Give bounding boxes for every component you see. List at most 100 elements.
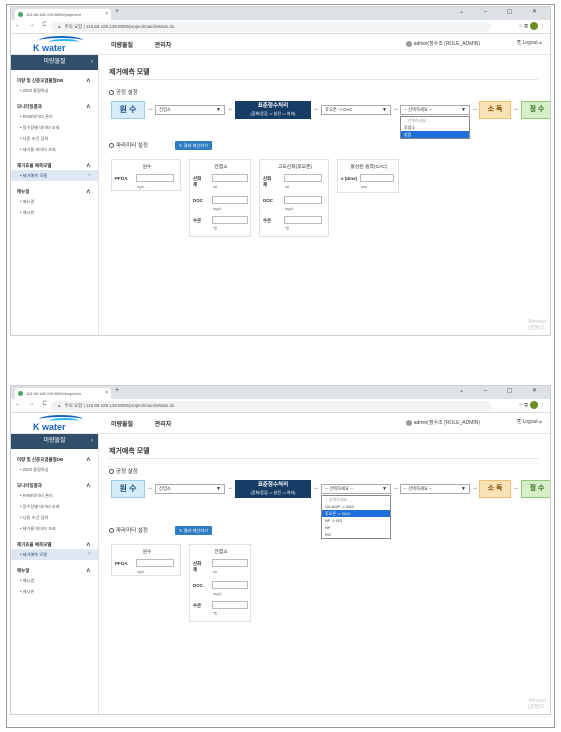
sidebar-item[interactable]: • 다중 조건 검색: [11, 512, 98, 523]
header-nav: 미량물질 관리자: [111, 40, 191, 49]
sidebar-item[interactable]: • RAW데이터 관리: [11, 490, 98, 501]
browser-tabbar: 115.68.185.139:8090/project/m × + ⌄ – ▢ …: [11, 7, 550, 20]
close-tab-icon[interactable]: ×: [105, 388, 108, 399]
sidebar-section[interactable]: 제거효율 예측모델 ᐱ: [11, 163, 98, 170]
param-label: 수온: [193, 603, 202, 608]
sidebar-item[interactable]: • 정수장별 데이터 조회: [11, 501, 98, 512]
nav-item-micro[interactable]: 미량물질: [111, 422, 133, 428]
param-label: PFOA: [115, 176, 128, 181]
temp-input[interactable]: [212, 216, 248, 224]
dropdown-option[interactable]: NF: [322, 524, 390, 531]
browser-actions[interactable]: ☆ ⧉ ⋮: [519, 401, 545, 409]
nav-buttons[interactable]: ← → C: [15, 22, 50, 28]
sidebar-item[interactable]: • 2023 물질특성: [11, 85, 98, 96]
sidebar-item[interactable]: • 다중 조건 검색: [11, 133, 98, 144]
window-controls[interactable]: ⌄ – ▢ ✕: [459, 387, 546, 394]
collapse-icon[interactable]: ‹: [91, 55, 93, 70]
window-controls[interactable]: ⌄ – ▢ ✕: [459, 8, 546, 15]
unit-label: ℃: [213, 611, 218, 616]
pre-treatment-select[interactable]: 전염소 ▼: [155, 484, 225, 494]
close-tab-icon[interactable]: ×: [105, 9, 108, 20]
collapse-icon[interactable]: ‹: [91, 434, 93, 449]
sidebar-item[interactable]: • 정수장별 데이터 조회: [11, 122, 98, 133]
panel-header: 원수: [142, 550, 152, 555]
sidebar-section[interactable]: 모니터링결과 ᐱ: [11, 104, 98, 111]
arrow-icon: →: [227, 106, 233, 112]
kwater-logo[interactable]: K water: [23, 415, 93, 433]
kwater-logo[interactable]: K water: [23, 36, 93, 54]
browser-actions[interactable]: ☆ ⧉ ⋮: [519, 22, 545, 30]
temp-input[interactable]: [284, 216, 322, 224]
browser-tab[interactable]: 115.68.185.139:8090/project/m ×: [15, 388, 111, 399]
arrow-icon: →: [147, 106, 153, 112]
oxidant-input[interactable]: [284, 174, 322, 182]
sidebar-item[interactable]: • 게시판: [11, 586, 98, 597]
new-tab-icon[interactable]: +: [115, 387, 119, 394]
pre-chlorine-panel: 전염소 산화제 ml DOC mg/L 수온 ℃: [189, 159, 251, 237]
sidebar-item[interactable]: • 제거율 데이터 조회: [11, 523, 98, 534]
dropdown-option-selected[interactable]: 후오존 -> GAC: [322, 510, 390, 517]
sidebar-section[interactable]: 미량 및 신종오염물질DB ᐱ: [11, 457, 98, 464]
user-info: admin(정수조 (ROLE_ADMIN): [405, 419, 480, 426]
url-warning: 주의 요함: [64, 403, 83, 408]
sidebar-item[interactable]: • 제거율 데이터 조회: [11, 144, 98, 155]
url-field[interactable]: ▲ 주의 요함 | 115.68.185.139:8090/project/mai…: [51, 22, 491, 32]
sidebar-item[interactable]: • 매뉴얼: [11, 196, 98, 207]
time-input[interactable]: [360, 174, 394, 182]
dropdown-option[interactable]: NF -> RO: [322, 517, 390, 524]
calculate-button[interactable]: ✎ 결과 계산하기: [175, 526, 212, 535]
pre-treatment-select[interactable]: 전염소 ▼: [155, 105, 225, 115]
pfoa-input[interactable]: [136, 559, 174, 567]
dropdown-option[interactable]: RO: [322, 531, 390, 538]
advanced-treatment-dropdown[interactable]: -- 선택하세요 -- UV-AOP -> GAC 후오존 -> GAC NF …: [321, 495, 391, 539]
profile-icon[interactable]: [530, 401, 538, 409]
advanced-treatment-select[interactable]: 후오존 -> GAC ▼: [321, 105, 391, 115]
post-treatment-select[interactable]: -- 선택하세요 -- ▼: [400, 105, 470, 115]
browser-tab[interactable]: 115.68.185.139:8090/project/m ×: [15, 9, 111, 20]
address-bar: ← → C ▲ 주의 요함 | 115.68.185.139:8090/proje…: [11, 399, 550, 413]
arrow-icon: →: [313, 106, 319, 112]
dropdown-option[interactable]: 후염소: [401, 124, 469, 131]
sidebar-item[interactable]: • 2023 물질특성: [11, 464, 98, 475]
logout-button[interactable]: ⎘ Logout ≑: [517, 419, 542, 425]
param-section-title: 파라미터 설정: [109, 526, 148, 534]
sidebar-section[interactable]: 제거효율 예측모델 ᐱ: [11, 542, 98, 549]
dropdown-option[interactable]: UV-AOP -> GAC: [322, 503, 390, 510]
sidebar-item-active[interactable]: • 제거예측 모델 ›: [11, 170, 98, 181]
advanced-treatment-select[interactable]: -- 선택하세요 -- ▼: [321, 484, 391, 494]
sidebar-header: 미량물질 ‹: [11, 55, 98, 70]
oxidant-input[interactable]: [212, 559, 248, 567]
logout-button[interactable]: ⎘ Logout ≑: [517, 40, 542, 46]
sidebar-item[interactable]: • 게시판: [11, 207, 98, 218]
sidebar-item-active[interactable]: • 제거예측 모델 ›: [11, 549, 98, 560]
sidebar-section[interactable]: 미량 및 신종오염물질DB ᐱ: [11, 78, 98, 85]
doc-input[interactable]: [212, 581, 248, 589]
sidebar-item[interactable]: • RAW데이터 관리: [11, 111, 98, 122]
nav-item-micro[interactable]: 미량물질: [111, 43, 133, 49]
nav-item-admin[interactable]: 관리자: [155, 422, 172, 428]
profile-icon[interactable]: [530, 22, 538, 30]
nav-item-admin[interactable]: 관리자: [155, 43, 172, 49]
pfoa-input[interactable]: [136, 174, 174, 182]
url-field[interactable]: ▲ 주의 요함 | 115.68.185.139:8090/project/mai…: [51, 401, 491, 411]
nav-buttons[interactable]: ← → C: [15, 401, 50, 407]
disinfection-box: 소 독: [479, 101, 511, 119]
url-text: 115.68.185.139:8090/project/main/isMain.…: [85, 403, 175, 408]
standard-treatment-box: 표준정수처리 (혼화/응집 -> 침전 -> 여과): [235, 480, 311, 498]
dropdown-option-selected[interactable]: 없음: [401, 131, 469, 138]
sidebar-section[interactable]: 매뉴얼 ᐱ: [11, 189, 98, 196]
sidebar-item[interactable]: • 매뉴얼: [11, 575, 98, 586]
calculate-button[interactable]: ✎ 결과 계산하기: [175, 141, 212, 150]
oxidant-input[interactable]: [212, 174, 248, 182]
doc-input[interactable]: [212, 196, 248, 204]
post-treatment-select[interactable]: -- 선택하세요 -- ▼: [400, 484, 470, 494]
url-text: 115.68.185.139:8090/project/main/isMain.…: [85, 24, 175, 29]
post-treatment-dropdown[interactable]: -- 선택하세요 -- 후염소 없음: [400, 116, 470, 139]
doc-input[interactable]: [284, 196, 322, 204]
dropdown-option[interactable]: -- 선택하세요 --: [322, 496, 390, 503]
sidebar-section[interactable]: 매뉴얼 ᐱ: [11, 568, 98, 575]
temp-input[interactable]: [212, 601, 248, 609]
sidebar-section[interactable]: 모니터링결과 ᐱ: [11, 483, 98, 490]
dropdown-option[interactable]: -- 선택하세요 --: [401, 117, 469, 124]
new-tab-icon[interactable]: +: [115, 8, 119, 15]
